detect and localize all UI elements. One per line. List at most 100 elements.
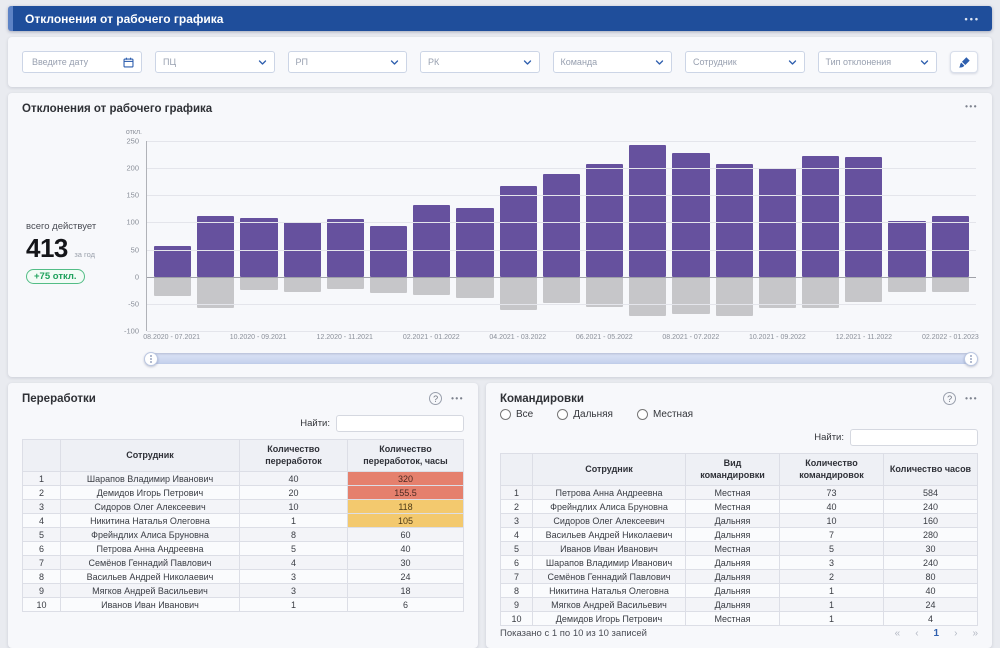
overtime-menu-icon[interactable]: ••• — [451, 394, 464, 403]
employee-cell: Иванов Иван Иванович — [61, 598, 240, 612]
pagination: « ‹ 1 › » — [895, 628, 978, 639]
window-header: Отклонения от рабочего графика ••• — [8, 6, 992, 31]
bar-positive[interactable] — [456, 208, 493, 276]
filter-dropdown-label: Команда — [561, 57, 598, 67]
x-tick-slot — [283, 334, 320, 345]
pagination-first[interactable]: « — [895, 628, 901, 639]
hours-cell: 40 — [884, 584, 978, 598]
bar-negative[interactable] — [629, 277, 666, 317]
slider-handle-right[interactable] — [964, 352, 978, 366]
count-cell: 3 — [780, 556, 884, 570]
bar-positive[interactable] — [629, 145, 666, 277]
x-tick-slot: 12.2020 - 11.2021 — [326, 334, 363, 345]
x-tick-slot: 04.2021 - 03.2022 — [499, 334, 536, 345]
slider-handle-left[interactable] — [144, 352, 158, 366]
employee-cell: Шарапов Владимир Иванович — [533, 556, 686, 570]
bar-positive[interactable] — [413, 205, 450, 277]
bar-negative[interactable] — [456, 277, 493, 299]
x-tick-slot: 12.2021 - 11.2022 — [845, 334, 882, 345]
chevron-down-icon — [920, 58, 929, 67]
overtime-title: Переработки — [22, 393, 96, 405]
overtime-search-input[interactable] — [336, 415, 464, 432]
bar-negative[interactable] — [672, 277, 709, 314]
x-tick-label: 08.2020 - 07.2021 — [143, 334, 200, 345]
radio-local[interactable]: Местная — [637, 409, 693, 420]
bar-positive[interactable] — [845, 157, 882, 277]
trips-search-input[interactable] — [850, 429, 978, 446]
calendar-icon — [123, 57, 134, 68]
pagination-page-1[interactable]: 1 — [934, 628, 940, 639]
bar-positive[interactable] — [716, 164, 753, 276]
x-tick-slot: 10.2021 - 09.2022 — [759, 334, 796, 345]
help-icon[interactable]: ? — [943, 392, 956, 405]
row-number-cell: 10 — [501, 612, 533, 626]
filter-dropdown-rp[interactable]: РП — [288, 51, 408, 73]
bar-group — [456, 141, 493, 331]
radio-label: Дальняя — [573, 409, 613, 420]
bar-positive[interactable] — [802, 156, 839, 277]
hours-cell: 30 — [884, 542, 978, 556]
radio-input-all[interactable] — [500, 409, 511, 420]
trip-type-cell: Дальняя — [686, 514, 780, 528]
bar-group — [500, 141, 537, 331]
bar-negative[interactable] — [586, 277, 623, 307]
bar-positive[interactable] — [197, 216, 234, 277]
bar-positive[interactable] — [327, 219, 364, 277]
bar-positive[interactable] — [240, 218, 277, 277]
bar-negative[interactable] — [327, 277, 364, 289]
hours-cell: 280 — [884, 528, 978, 542]
filter-dropdown-employee[interactable]: Сотрудник — [685, 51, 805, 73]
trips-menu-icon[interactable]: ••• — [965, 394, 978, 403]
date-filter-field[interactable] — [22, 51, 142, 73]
radio-long[interactable]: Дальняя — [557, 409, 613, 420]
x-axis-labels: 08.2020 - 07.202110.2020 - 09.202112.202… — [146, 334, 976, 345]
radio-input-long[interactable] — [557, 409, 568, 420]
bar-negative[interactable] — [413, 277, 450, 295]
pagination-next[interactable]: › — [954, 628, 957, 639]
date-input[interactable] — [30, 56, 117, 68]
pagination-last[interactable]: » — [972, 628, 978, 639]
bar-negative[interactable] — [500, 277, 537, 311]
radio-label: Местная — [653, 409, 693, 420]
radio-input-local[interactable] — [637, 409, 648, 420]
table-row: 2Демидов Игорь Петрович20155.5 — [23, 486, 464, 500]
bar-negative[interactable] — [370, 277, 407, 293]
y-tick-label: 0 — [135, 272, 139, 281]
hours-cell: 118 — [348, 500, 464, 514]
bar-positive[interactable] — [370, 226, 407, 277]
help-icon[interactable]: ? — [429, 392, 442, 405]
bar-positive[interactable] — [500, 186, 537, 277]
range-slider[interactable] — [146, 353, 976, 364]
filter-dropdown-pc[interactable]: ПЦ — [155, 51, 275, 73]
x-tick-slot: 02.2022 - 01.2023 — [932, 334, 969, 345]
row-number-cell: 1 — [23, 472, 61, 486]
bar-positive[interactable] — [932, 216, 969, 277]
bar-negative[interactable] — [845, 277, 882, 303]
bar-negative[interactable] — [284, 277, 321, 292]
chart-menu-icon[interactable]: ••• — [965, 102, 978, 111]
bar-negative[interactable] — [716, 277, 753, 317]
window-menu-icon[interactable]: ••• — [965, 14, 980, 24]
x-tick-slot: 08.2021 - 07.2022 — [672, 334, 709, 345]
filter-dropdown-team[interactable]: Команда — [553, 51, 673, 73]
pagination-prev[interactable]: ‹ — [915, 628, 918, 639]
row-number-cell: 2 — [501, 500, 533, 514]
hours-cell: 240 — [884, 556, 978, 570]
overtime-card: Переработки ? ••• Найти: СотрудникКоличе… — [8, 383, 478, 648]
gridline — [147, 250, 976, 251]
bar-positive[interactable] — [586, 164, 623, 277]
filter-dropdown-label: РК — [428, 57, 439, 67]
bar-negative[interactable] — [240, 277, 277, 291]
radio-all[interactable]: Все — [500, 409, 533, 420]
x-tick-label: 10.2021 - 09.2022 — [749, 334, 806, 345]
bar-negative[interactable] — [932, 277, 969, 292]
filter-dropdown-deviation-type[interactable]: Тип отклонения — [818, 51, 938, 73]
bar-negative[interactable] — [543, 277, 580, 303]
clear-filters-button[interactable] — [950, 51, 978, 73]
column-header: Количество командировок — [780, 454, 884, 486]
bar-negative[interactable] — [888, 277, 925, 292]
bar-negative[interactable] — [154, 277, 191, 296]
filter-dropdown-rk[interactable]: РК — [420, 51, 540, 73]
bar-positive[interactable] — [543, 174, 580, 277]
bar-positive[interactable] — [672, 153, 709, 277]
